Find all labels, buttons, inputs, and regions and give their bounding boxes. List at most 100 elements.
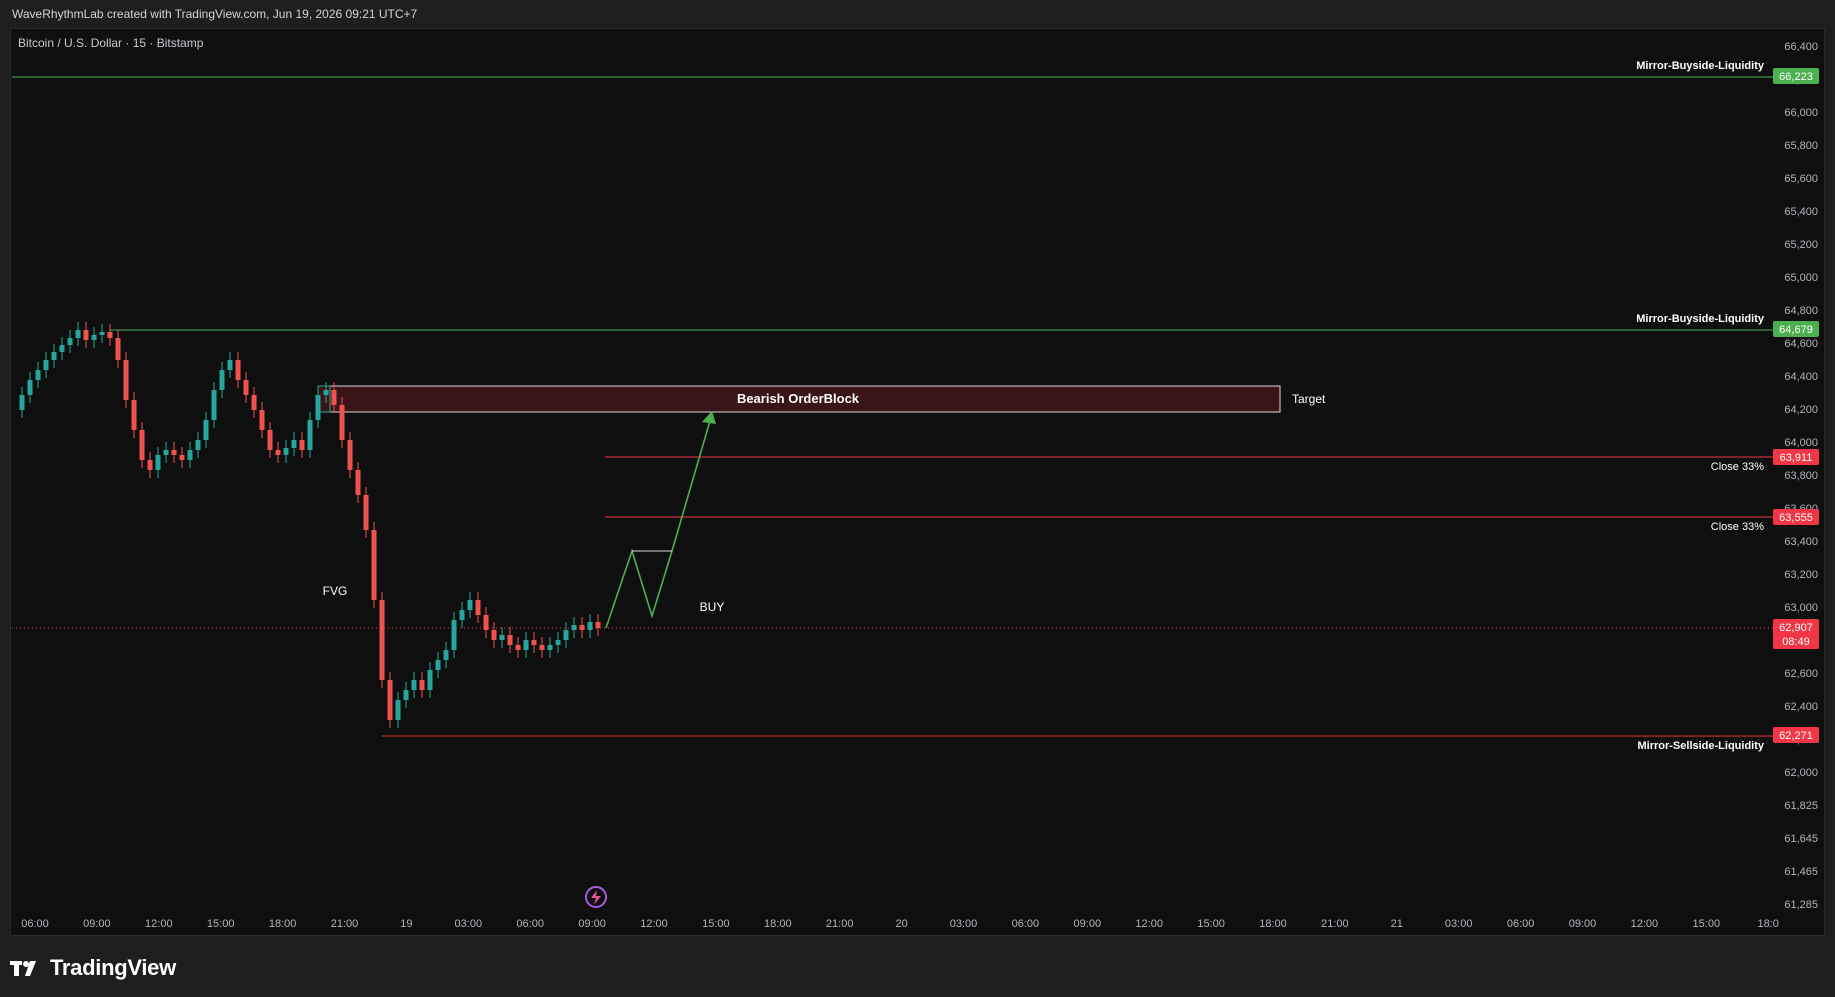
svg-text:64,679: 64,679 [1779, 324, 1813, 336]
candle-body [91, 335, 97, 340]
candle-body [243, 380, 249, 395]
time-tick-label: 15:00 [1197, 918, 1225, 930]
candle-body [99, 332, 105, 335]
candle-body [483, 615, 489, 630]
candle-body [579, 625, 585, 630]
projection-arrowhead [702, 411, 716, 424]
price-tick-label: 63,000 [1784, 602, 1818, 614]
price-tick-label: 65,200 [1784, 239, 1818, 251]
time-tick-label: 21:00 [331, 918, 359, 930]
candle-body [107, 332, 113, 338]
time-tick-label: 09:00 [1074, 918, 1102, 930]
orderblock-label: Bearish OrderBlock [737, 391, 860, 406]
price-tick-label: 62,400 [1784, 701, 1818, 713]
time-tick-label: 03:00 [950, 918, 978, 930]
price-tick-label: 66,400 [1784, 41, 1818, 53]
candle-body [451, 620, 457, 650]
buy-label: BUY [700, 600, 725, 614]
time-tick-label: 15:00 [207, 918, 235, 930]
candle-body [187, 450, 193, 460]
candle-body [19, 395, 25, 410]
time-tick-label: 06:00 [21, 918, 49, 930]
symbol-label[interactable]: Bitcoin / U.S. Dollar · 15 · Bitstamp [18, 36, 203, 50]
candle-body [363, 495, 369, 530]
candle-body [123, 360, 129, 400]
time-tick-label: 12:00 [1135, 918, 1163, 930]
candle-body [59, 345, 65, 352]
candle-body [355, 470, 361, 495]
time-tick-label: 03:00 [455, 918, 483, 930]
candle-body [467, 600, 473, 610]
candle-body [323, 390, 329, 395]
candle-body [147, 460, 153, 470]
svg-text:63,555: 63,555 [1779, 512, 1813, 524]
price-tick-label: 63,800 [1784, 470, 1818, 482]
candle-body [315, 395, 321, 420]
chart-canvas[interactable]: 66,40066,20066,00065,80065,60065,40065,2… [0, 0, 1835, 997]
candle-body [531, 640, 537, 645]
time-tick-label: 15:00 [1693, 918, 1721, 930]
svg-text:08:49: 08:49 [1782, 636, 1810, 648]
price-tag-2: 64,679 [1773, 321, 1819, 337]
time-tick-label: 21:00 [826, 918, 854, 930]
candle-body [291, 440, 297, 448]
time-tick-label: 06:00 [516, 918, 544, 930]
candle-body [203, 420, 209, 440]
level-name-2: Mirror-Buyside-Liquidity [1636, 313, 1765, 325]
candle-body [379, 600, 385, 680]
candle-body [595, 622, 601, 628]
candle-body [235, 360, 241, 380]
candle-body [219, 370, 225, 390]
candle-body [307, 420, 313, 450]
time-tick-label: 12:00 [145, 918, 173, 930]
time-tick-label: 06:00 [1507, 918, 1535, 930]
time-tick-label: 03:00 [1445, 918, 1473, 930]
candle-body [387, 680, 393, 720]
target-label: Target [1292, 392, 1326, 406]
candle-body [283, 448, 289, 455]
price-tick-label: 61,645 [1784, 833, 1818, 845]
price-axis[interactable]: 66,40066,20066,00065,80065,60065,40065,2… [1784, 41, 1818, 911]
candlestick-series[interactable] [19, 322, 601, 728]
candle-body [339, 405, 345, 440]
candle-body [547, 645, 553, 650]
level-name-3: Close 33% [1711, 461, 1764, 473]
price-tag-3: 63,911 [1773, 449, 1819, 465]
candle-body [211, 390, 217, 420]
footer: TradingView [10, 953, 176, 983]
price-tick-label: 65,600 [1784, 173, 1818, 185]
price-tick-label: 65,000 [1784, 272, 1818, 284]
price-tick-label: 62,600 [1784, 668, 1818, 680]
candle-body [139, 430, 145, 460]
candle-body [419, 680, 425, 690]
tradingview-brand: TradingView [50, 955, 176, 980]
candle-body [43, 360, 49, 370]
price-tick-label: 63,200 [1784, 569, 1818, 581]
time-tick-label: 09:00 [83, 918, 111, 930]
candle-body [539, 645, 545, 650]
time-tick-label: 19 [400, 918, 412, 930]
projection-path[interactable] [605, 413, 713, 629]
candle-body [371, 530, 377, 600]
candle-body [347, 440, 353, 470]
tradingview-logo-icon [10, 961, 36, 976]
candle-body [507, 635, 513, 645]
price-tick-label: 63,400 [1784, 536, 1818, 548]
time-tick-label: 12:00 [640, 918, 668, 930]
time-tick-label: 09:00 [1569, 918, 1597, 930]
price-tick-label: 64,200 [1784, 404, 1818, 416]
candle-body [571, 625, 577, 630]
candle-body [555, 640, 561, 645]
time-axis[interactable]: 06:00 09:00 12:00 15:00 18:00 21:00 19 03:00 06:… [21, 918, 1779, 930]
replay-lightning-icon[interactable] [585, 886, 607, 908]
current-price-tag: 62,907 08:49 [1773, 619, 1819, 649]
candle-body [499, 635, 505, 640]
price-tick-label: 61,465 [1784, 866, 1818, 878]
candle-body [523, 640, 529, 650]
price-tag-4: 63,555 [1773, 509, 1819, 525]
candle-body [163, 450, 169, 455]
candle-body [83, 330, 89, 340]
candle-body [259, 410, 265, 430]
candle-body [403, 690, 409, 700]
level-name-4: Close 33% [1711, 521, 1764, 533]
